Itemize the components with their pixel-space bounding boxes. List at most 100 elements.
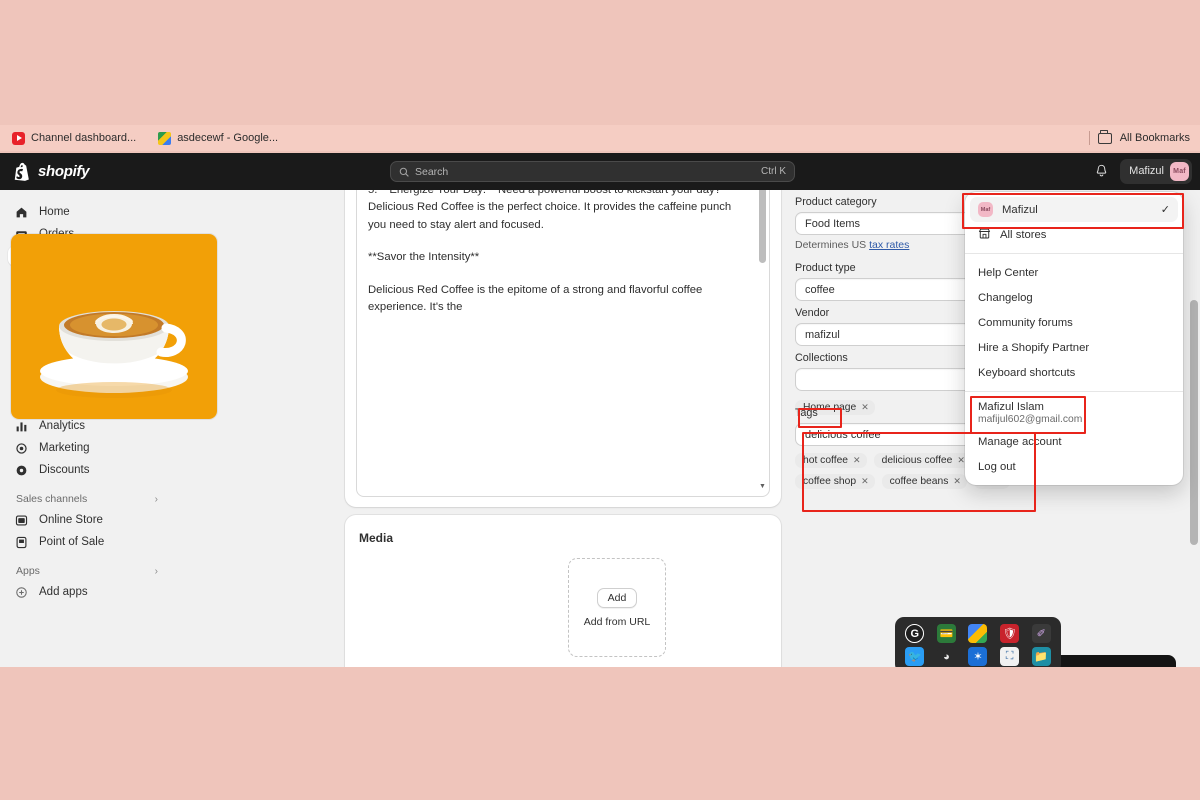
sidebar-item-point-of-sale[interactable]: Point of Sale <box>8 532 164 552</box>
add-from-url-link[interactable]: Add from URL <box>584 616 651 628</box>
tag-chip-label: delicious coffee <box>881 455 953 466</box>
vendor-value: mafizul <box>805 328 840 341</box>
scroll-down-arrow-icon[interactable]: ▼ <box>759 483 766 490</box>
close-icon[interactable]: ✕ <box>861 476 869 487</box>
bookmark-label: Channel dashboard... <box>31 132 137 144</box>
tag-chip[interactable]: coffee shop ✕ <box>795 474 875 489</box>
bookmark-label: asdecewf - Google... <box>177 132 279 144</box>
tag-chip[interactable]: hot coffee ✕ <box>795 453 867 468</box>
sidebar-item-label: Marketing <box>39 442 90 454</box>
tag-chip[interactable]: delicious coffee ✕ <box>873 453 971 468</box>
description-scrollbar[interactable]: ▼ <box>759 190 766 490</box>
wifi-icon[interactable]: ◕ <box>936 647 956 666</box>
feather-icon[interactable]: ✐ <box>1031 624 1051 643</box>
tax-rates-link[interactable]: tax rates <box>869 239 909 251</box>
shopify-bag-icon <box>14 162 29 181</box>
store-avatar: Maf <box>978 202 993 217</box>
menu-item-label: Log out <box>978 460 1016 473</box>
menu-item-label: Keyboard shortcuts <box>978 366 1076 379</box>
marketing-icon <box>14 441 29 456</box>
bookmark-channel-dashboard[interactable]: Channel dashboard... <box>12 131 137 145</box>
sidebar-item-marketing[interactable]: Marketing <box>8 438 164 458</box>
all-stores-label: All stores <box>1000 228 1047 241</box>
account-menu-all-stores[interactable]: All stores <box>970 222 1178 247</box>
folder-tile-icon[interactable]: 📁 <box>1031 647 1051 666</box>
user-menu-button[interactable]: Mafizul Maf <box>1120 158 1192 184</box>
scrollbar-thumb[interactable] <box>759 190 766 263</box>
system-tray-popup: G 💳 🛡 ✐ 🐦 ◕ ✶ ⛶ 📁 <box>895 617 1061 673</box>
account-menu-help-center[interactable]: Help Center <box>970 260 1178 285</box>
sidebar-item-label: Home <box>39 206 70 218</box>
description-textarea[interactable]: delightful aroma and taste with every br… <box>356 190 770 497</box>
sidebar-item-analytics[interactable]: Analytics <box>8 416 164 436</box>
divider <box>1088 131 1090 145</box>
apps-label: Apps <box>16 565 40 577</box>
youtube-icon <box>12 131 25 145</box>
account-menu-keyboard-shortcuts[interactable]: Keyboard shortcuts <box>970 360 1178 385</box>
chevron-right-icon: › <box>154 565 158 577</box>
sidebar-item-discounts[interactable]: Discounts <box>8 460 164 480</box>
description-line: Delicious Red Coffee is the epitome of a… <box>368 283 703 314</box>
add-media-button[interactable]: Add <box>596 587 638 608</box>
close-icon[interactable]: ✕ <box>953 476 961 487</box>
menu-item-label: Community forums <box>978 316 1073 329</box>
sidebar-item-label: Discounts <box>39 464 90 476</box>
product-description-card: delightful aroma and taste with every br… <box>345 190 781 507</box>
description-line: 5. **Energize Your Day:** Need a powerfu… <box>368 190 732 231</box>
account-menu-hire-a-shopify-partner[interactable]: Hire a Shopify Partner <box>970 335 1178 360</box>
menu-item-label: Hire a Shopify Partner <box>978 341 1090 354</box>
search-placeholder: Search <box>415 165 449 178</box>
home-icon <box>14 205 29 220</box>
shopify-logo[interactable]: shopify <box>14 162 90 181</box>
menu-item-label: Manage account <box>978 435 1062 448</box>
media-title: Media <box>359 531 394 545</box>
sales-channels-header[interactable]: Sales channels › <box>16 493 158 505</box>
shopify-wordmark: shopify <box>38 163 90 180</box>
account-user-identity: Mafizul Islam mafijul602@gmail.com <box>965 398 1183 429</box>
bookmark-asdecewf-google[interactable]: asdecewf - Google... <box>158 131 279 145</box>
sidebar-item-online-store[interactable]: Online Store <box>8 510 164 530</box>
grammarly-icon[interactable]: G <box>905 624 925 643</box>
shield-icon[interactable]: 🛡 <box>1000 624 1020 643</box>
folder-icon <box>1097 130 1112 144</box>
notifications-button[interactable] <box>1088 158 1114 184</box>
account-menu-community-forums[interactable]: Community forums <box>970 310 1178 335</box>
bell-icon <box>1096 164 1106 177</box>
page-scrollbar-thumb[interactable] <box>1190 300 1198 545</box>
media-thumbnail[interactable] <box>11 234 217 419</box>
maps-icon[interactable] <box>968 624 988 643</box>
tag-chip-label: coffee shop <box>803 476 857 487</box>
sidebar-item-label: Add apps <box>39 586 88 598</box>
description-line: **Savor the Intensity** <box>368 251 480 263</box>
media-card: Media <box>345 515 781 667</box>
app-body: Home Orders Products Collections Invento… <box>0 190 1200 667</box>
money-icon[interactable]: 💳 <box>936 624 956 643</box>
latte-art-coffee-cup-image <box>11 234 217 419</box>
sidebar-item-home[interactable]: Home <box>8 202 164 222</box>
apps-header[interactable]: Apps › <box>16 565 158 577</box>
store-tile-icon[interactable]: ⛶ <box>1000 647 1020 666</box>
tag-chip[interactable]: coffee beans ✕ <box>881 474 967 489</box>
screen-bottom-band <box>0 667 1200 800</box>
account-menu-log-out[interactable]: Log out <box>970 454 1178 479</box>
product-category-value: Food Items <box>805 217 861 230</box>
user-name: Mafizul <box>1129 165 1164 177</box>
close-icon[interactable]: ✕ <box>957 455 965 466</box>
tag-chip-label: coffee beans <box>889 476 949 487</box>
media-dropzone[interactable]: Add Add from URL <box>568 558 666 657</box>
browser-bookmark-bar: Channel dashboard... asdecewf - Google..… <box>0 125 1200 151</box>
bluetooth-icon[interactable]: ✶ <box>968 647 988 666</box>
search-shortcut: Ctrl K <box>761 166 786 177</box>
account-menu-changelog[interactable]: Changelog <box>970 285 1178 310</box>
sales-channels-label: Sales channels <box>16 493 88 505</box>
search-input[interactable]: Search Ctrl K <box>390 161 795 182</box>
sidebar-item-add-apps[interactable]: Add apps <box>8 582 164 602</box>
twitter-icon[interactable]: 🐦 <box>905 647 925 666</box>
plus-circle-icon <box>14 585 29 600</box>
account-menu-store-mafizul[interactable]: Maf Mafizul ✓ <box>970 197 1178 222</box>
close-icon[interactable]: ✕ <box>853 455 861 466</box>
all-bookmarks-label[interactable]: All Bookmarks <box>1120 132 1190 144</box>
account-menu-manage-account[interactable]: Manage account <box>970 429 1178 454</box>
divider <box>965 391 1183 392</box>
online-store-icon <box>14 513 29 528</box>
